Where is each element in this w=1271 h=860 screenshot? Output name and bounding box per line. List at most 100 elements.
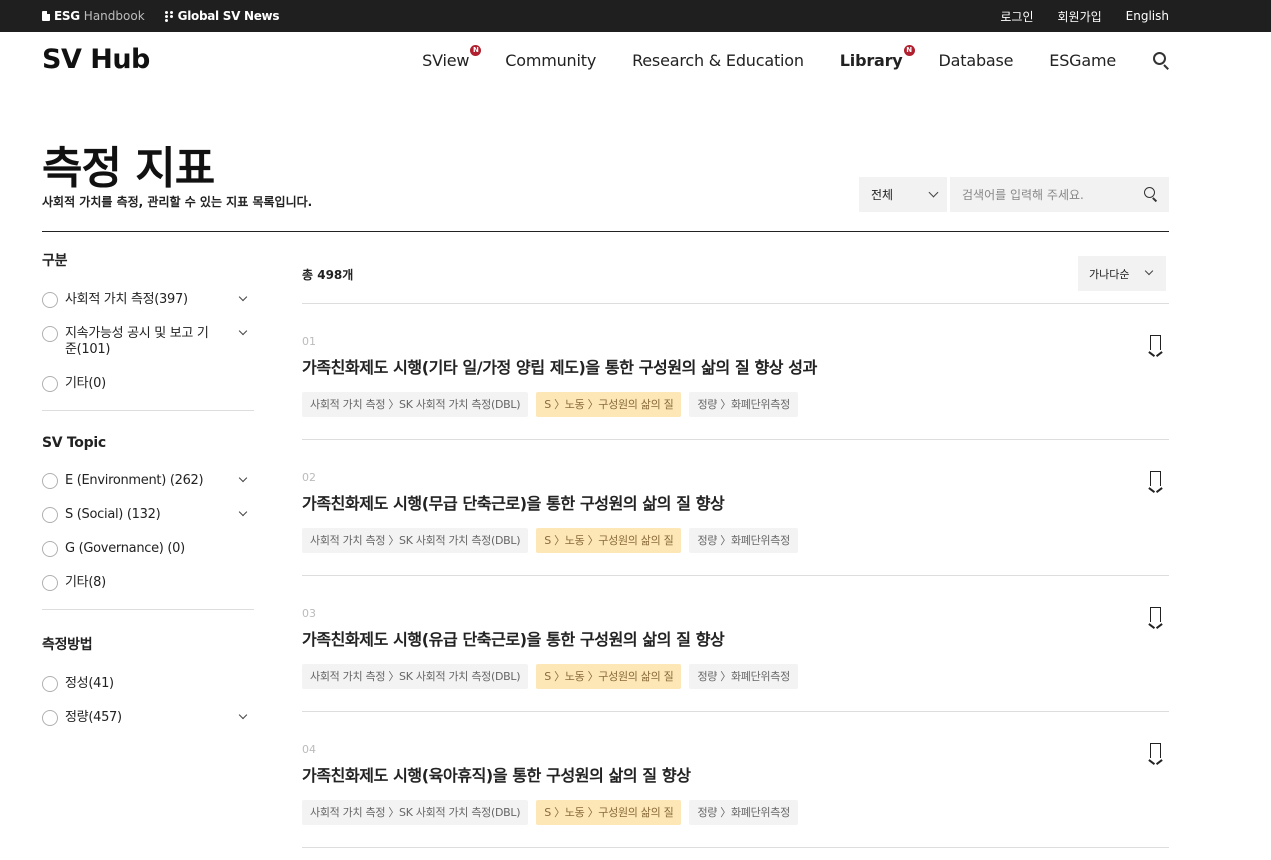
main-nav: SView N Community Research & Education Li… [422, 40, 1170, 80]
main-divider [42, 231, 1169, 232]
tag-topic[interactable]: S 〉노동 〉구성원의 삶의 질 [536, 800, 682, 825]
radio-button[interactable] [42, 292, 58, 308]
group-divider [42, 410, 254, 411]
filter-option[interactable]: S (Social) (132) [42, 507, 254, 523]
radio-button[interactable] [42, 326, 58, 342]
chevron-down-icon[interactable] [238, 507, 248, 517]
result-count: 총 498개 [302, 268, 354, 282]
radio-button[interactable] [42, 710, 58, 726]
filter-option[interactable]: 정량(457) [42, 710, 254, 726]
item-title[interactable]: 가족친화제도 시행(유급 단축근로)을 통한 구성원의 삶의 질 향상 [302, 626, 725, 650]
filter-option[interactable]: 기타(0) [42, 376, 254, 392]
filter-option[interactable]: 지속가능성 공시 및 보고 기준(101) [42, 326, 254, 358]
list-item[interactable]: 02 가족친화제도 시행(무급 단축근로)을 통한 구성원의 삶의 질 향상 사… [302, 440, 1169, 576]
login-link[interactable]: 로그인 [1000, 8, 1033, 25]
tag-method[interactable]: 정량 〉화폐단위측정 [689, 800, 798, 825]
list-item[interactable]: 03 가족친화제도 시행(유급 단축근로)을 통한 구성원의 삶의 질 향상 사… [302, 576, 1169, 712]
utility-links: ESG Handbook Global SV News [42, 0, 279, 32]
nav-item-research-education[interactable]: Research & Education [632, 51, 804, 70]
search-scope-select[interactable]: 전체 [859, 177, 947, 212]
nav-item-library[interactable]: Library N [840, 44, 915, 70]
tag-category[interactable]: 사회적 가치 측정 〉SK 사회적 가치 측정(DBL) [302, 528, 529, 553]
nav-label: SView [422, 50, 470, 70]
esg-handbook-link[interactable]: ESG Handbook [42, 9, 145, 23]
chevron-down-icon[interactable] [238, 292, 248, 302]
filter-option[interactable]: 기타(8) [42, 575, 254, 591]
sort-select[interactable]: 가나다순 [1078, 256, 1166, 291]
radio-button[interactable] [42, 376, 58, 392]
account-links: 로그인 회원가입 English [1000, 0, 1169, 32]
list-item[interactable]: 04 가족친화제도 시행(육아휴직)을 통한 구성원의 삶의 질 향상 사회적 … [302, 712, 1169, 848]
radio-button[interactable] [42, 473, 58, 489]
bookmark-icon[interactable] [1150, 335, 1161, 350]
esg-handbook-bold: ESG [54, 9, 80, 23]
list-item[interactable]: 01 가족친화제도 시행(기타 일/가정 양립 제도)을 통한 구성원의 삶의 … [302, 304, 1169, 440]
filter-option-label: 지속가능성 공시 및 보고 기준(101) [65, 326, 209, 357]
site-logo[interactable]: SV Hub [42, 44, 150, 75]
radio-button[interactable] [42, 676, 58, 692]
tag-category[interactable]: 사회적 가치 측정 〉SK 사회적 가치 측정(DBL) [302, 800, 529, 825]
esg-handbook-light: Handbook [83, 9, 145, 23]
filter-option[interactable]: 정성(41) [42, 676, 254, 692]
nav-item-community[interactable]: Community [505, 51, 596, 70]
filter-option-label: 기타(8) [65, 575, 106, 590]
filter-group-title: 측정방법 [42, 637, 93, 653]
global-sv-news-label: Global SV News [177, 9, 280, 23]
search-icon[interactable] [1152, 51, 1170, 70]
filter-option-label: G (Governance) (0) [65, 541, 185, 556]
sort-value: 가나다순 [1089, 267, 1130, 281]
filter-option[interactable]: E (Environment) (262) [42, 473, 254, 489]
search-input[interactable] [950, 177, 1169, 212]
nav-label: Database [938, 50, 1014, 70]
radio-button[interactable] [42, 575, 58, 591]
chevron-down-icon[interactable] [238, 473, 248, 483]
document-icon [42, 11, 50, 21]
nav-item-esgame[interactable]: ESGame [1049, 51, 1116, 70]
global-sv-news-link[interactable]: Global SV News [164, 9, 280, 23]
tag-topic[interactable]: S 〉노동 〉구성원의 삶의 질 [536, 392, 682, 417]
tag-category[interactable]: 사회적 가치 측정 〉SK 사회적 가치 측정(DBL) [302, 664, 529, 689]
filter-option-label: 정성(41) [65, 676, 114, 691]
page-title: 측정 지표 [42, 143, 215, 194]
chevron-down-icon[interactable] [238, 710, 248, 720]
filter-option-label: 사회적 가치 측정(397) [65, 292, 188, 307]
search-scope-value: 전체 [871, 188, 894, 202]
filter-option-label: S (Social) (132) [65, 507, 161, 522]
list-items: 01 가족친화제도 시행(기타 일/가정 양립 제도)을 통한 구성원의 삶의 … [302, 304, 1169, 848]
item-title[interactable]: 가족친화제도 시행(무급 단축근로)을 통한 구성원의 삶의 질 향상 [302, 490, 725, 514]
new-badge: N [470, 44, 482, 56]
filter-option[interactable]: 사회적 가치 측정(397) [42, 292, 254, 308]
item-number: 03 [302, 607, 316, 620]
signup-link[interactable]: 회원가입 [1057, 8, 1101, 25]
radio-button[interactable] [42, 507, 58, 523]
nav-label: Research & Education [632, 50, 804, 70]
tag-topic[interactable]: S 〉노동 〉구성원의 삶의 질 [536, 664, 682, 689]
filter-option-label: 기타(0) [65, 376, 106, 391]
filter-sidebar: 구분 사회적 가치 측정(397) 지속가능성 공시 및 보고 기준(101) … [42, 250, 254, 744]
tag-method[interactable]: 정량 〉화폐단위측정 [689, 528, 798, 553]
item-tags: 사회적 가치 측정 〉SK 사회적 가치 측정(DBL) S 〉노동 〉구성원의… [302, 392, 798, 417]
nav-label: ESGame [1049, 50, 1116, 70]
filter-option[interactable]: G (Governance) (0) [42, 541, 254, 557]
chevron-down-icon[interactable] [238, 326, 248, 336]
tag-category[interactable]: 사회적 가치 측정 〉SK 사회적 가치 측정(DBL) [302, 392, 529, 417]
language-link[interactable]: English [1126, 9, 1169, 23]
tag-method[interactable]: 정량 〉화폐단위측정 [689, 392, 798, 417]
search-icon[interactable] [1143, 186, 1159, 202]
chevron-down-icon [928, 187, 939, 198]
bookmark-icon[interactable] [1150, 607, 1161, 622]
top-utility-bar: ESG Handbook Global SV News 로그인 회원가입 Eng… [0, 0, 1271, 32]
tag-method[interactable]: 정량 〉화폐단위측정 [689, 664, 798, 689]
item-title[interactable]: 가족친화제도 시행(기타 일/가정 양립 제도)을 통한 구성원의 삶의 질 향… [302, 354, 817, 378]
nav-item-database[interactable]: Database [939, 51, 1014, 70]
item-title[interactable]: 가족친화제도 시행(육아휴직)을 통한 구성원의 삶의 질 향상 [302, 762, 691, 786]
radio-button[interactable] [42, 541, 58, 557]
filter-option-label: 정량(457) [65, 710, 122, 725]
nav-label: Community [505, 50, 597, 70]
item-tags: 사회적 가치 측정 〉SK 사회적 가치 측정(DBL) S 〉노동 〉구성원의… [302, 528, 798, 553]
tag-topic[interactable]: S 〉노동 〉구성원의 삶의 질 [536, 528, 682, 553]
item-tags: 사회적 가치 측정 〉SK 사회적 가치 측정(DBL) S 〉노동 〉구성원의… [302, 664, 798, 689]
nav-item-sview[interactable]: SView N [422, 44, 482, 70]
bookmark-icon[interactable] [1150, 743, 1161, 758]
bookmark-icon[interactable] [1150, 471, 1161, 486]
